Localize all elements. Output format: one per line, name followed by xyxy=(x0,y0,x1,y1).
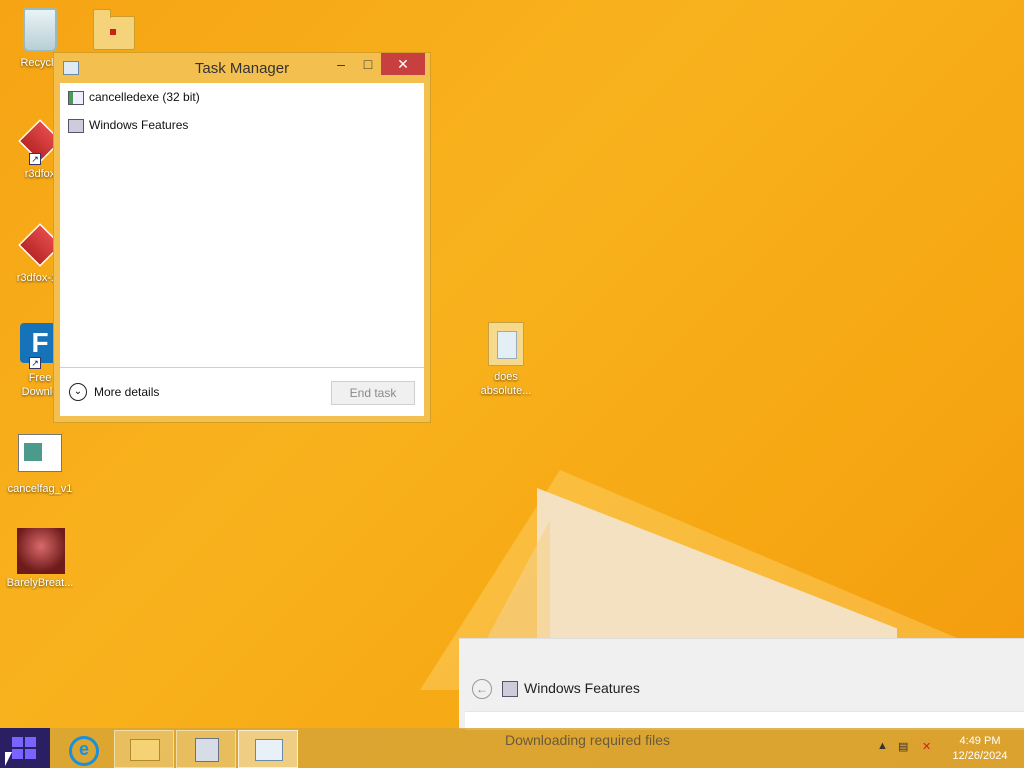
task-manager-icon xyxy=(255,739,283,761)
task-manager-titlebar[interactable]: Task Manager – □ ✕ xyxy=(54,53,430,83)
document-icon xyxy=(17,434,63,480)
minimize-button[interactable]: – xyxy=(329,53,353,75)
shortcut-arrow-icon: ↗ xyxy=(29,153,41,165)
task-manager-client: cancelledexe (32 bit) Windows Features ⌄… xyxy=(60,83,424,416)
desktop: Recycle ↗ r3dfox r3dfox-13 F ↗ Free Downl… xyxy=(0,0,1024,768)
desktop-icon-cancelfag[interactable]: cancelfag_v1 xyxy=(0,428,80,496)
desktop-icon-does-absolute[interactable]: does absolute... xyxy=(466,320,546,398)
process-row[interactable]: Windows Features xyxy=(60,113,424,137)
maximize-button[interactable]: □ xyxy=(356,53,380,75)
end-task-button[interactable]: End task xyxy=(331,381,415,405)
show-hidden-icons-button[interactable]: ▲ xyxy=(877,740,888,752)
windows-features-window: ← Windows Features xyxy=(459,638,1024,730)
taskbar: e Downloading required files ▲ ▤ ✕ 4:49 … xyxy=(0,728,1024,768)
process-row[interactable]: cancelledexe (32 bit) xyxy=(60,85,424,109)
mouse-cursor xyxy=(5,752,12,766)
windows-features-icon xyxy=(195,738,219,762)
clock-date: 12/26/2024 xyxy=(952,750,1008,762)
app-icon xyxy=(68,91,84,105)
recycle-bin-icon xyxy=(17,8,63,54)
status-text: Downloading required files xyxy=(505,732,670,748)
task-manager-window: Task Manager – □ ✕ cancelledexe (32 bit)… xyxy=(53,52,431,423)
windows-features-icon xyxy=(68,119,84,133)
folder-icon xyxy=(483,322,529,368)
clock[interactable]: 4:49 PM 12/26/2024 xyxy=(944,734,1016,764)
taskbar-internet-explorer[interactable]: e xyxy=(52,730,110,766)
window-title: Windows Features xyxy=(524,680,640,696)
process-name: Windows Features xyxy=(89,118,189,132)
file-explorer-icon xyxy=(130,739,160,761)
network-icon[interactable]: ▤ xyxy=(898,740,908,753)
process-name: cancelledexe (32 bit) xyxy=(89,90,200,104)
chevron-down-circle-icon[interactable]: ⌄ xyxy=(69,383,87,401)
taskbar-windows-features[interactable] xyxy=(176,730,236,768)
photo-icon xyxy=(17,528,65,574)
divider xyxy=(60,367,424,368)
volume-muted-icon[interactable]: ✕ xyxy=(922,740,931,753)
windows-features-icon xyxy=(502,681,518,697)
taskbar-task-manager[interactable] xyxy=(238,730,298,768)
clock-time: 4:49 PM xyxy=(959,735,1001,747)
desktop-icon-barelybreat[interactable]: BarelyBreat... xyxy=(0,528,80,590)
close-button[interactable]: ✕ xyxy=(381,53,425,75)
internet-explorer-icon: e xyxy=(69,736,99,766)
desktop-icon-label: BarelyBreat... xyxy=(6,577,74,589)
desktop-icon-label: cancelfag_v1 xyxy=(7,483,73,495)
back-arrow-icon[interactable]: ← xyxy=(472,679,492,699)
windows-logo-icon xyxy=(12,737,36,759)
more-details-link[interactable]: More details xyxy=(94,385,159,399)
desktop-icon-label: does absolute... xyxy=(480,371,532,397)
shortcut-arrow-icon: ↗ xyxy=(29,357,41,369)
taskbar-file-explorer[interactable] xyxy=(114,730,174,768)
